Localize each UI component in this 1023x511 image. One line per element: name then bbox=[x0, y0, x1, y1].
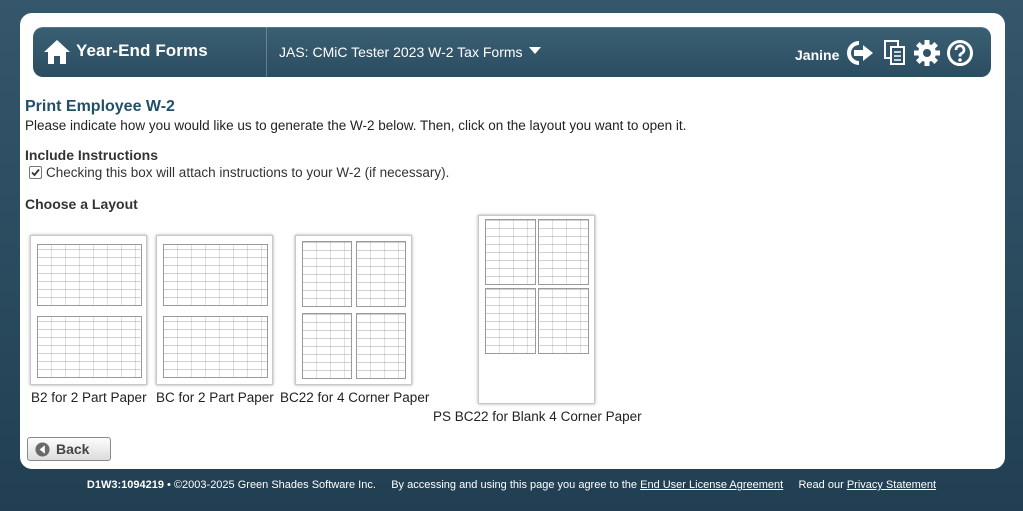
privacy-text: Read our bbox=[798, 479, 844, 491]
w2-form-preview bbox=[356, 313, 406, 379]
instructions-option[interactable]: Checking this box will attach instructio… bbox=[29, 165, 449, 180]
build-id: D1W3:1094219 bbox=[86, 479, 164, 491]
instructions-heading: Include Instructions bbox=[25, 147, 159, 163]
page-title: Print Employee W-2 bbox=[25, 98, 175, 115]
copyright: • ©2003-2025 Green Shades Software Inc. bbox=[167, 479, 376, 491]
w2-form-preview bbox=[485, 219, 536, 285]
layout-label[interactable]: PS BC22 for Blank 4 Corner Paper bbox=[433, 409, 642, 424]
w2-form-preview bbox=[163, 244, 268, 306]
main-panel: Year-End Forms JAS: CMiC Tester 2023 W-2… bbox=[20, 13, 1005, 469]
w2-form-preview bbox=[538, 219, 589, 285]
privacy-link[interactable]: Privacy Statement bbox=[847, 479, 936, 491]
layout-label[interactable]: BC for 2 Part Paper bbox=[156, 390, 274, 405]
layout-thumbnail-b2[interactable] bbox=[30, 235, 147, 385]
w2-form-preview bbox=[538, 288, 589, 354]
eula-link[interactable]: End User License Agreement bbox=[640, 479, 783, 491]
footer: D1W3:1094219 • ©2003-2025 Green Shades S… bbox=[0, 479, 1023, 491]
top-navigation-bar: Year-End Forms JAS: CMiC Tester 2023 W-2… bbox=[33, 27, 991, 77]
agreement-text: By accessing and using this page you agr… bbox=[391, 479, 638, 491]
instructions-checkbox-label: Checking this box will attach instructio… bbox=[46, 165, 450, 180]
layout-label[interactable]: BC22 for 4 Corner Paper bbox=[280, 390, 429, 405]
back-button[interactable]: Back bbox=[27, 437, 111, 461]
w2-form-preview bbox=[302, 313, 352, 379]
checkmark-icon bbox=[31, 168, 40, 177]
w2-form-preview bbox=[356, 241, 406, 307]
settings-icon[interactable] bbox=[913, 39, 941, 67]
w2-form-preview bbox=[485, 288, 536, 354]
help-icon[interactable] bbox=[946, 39, 974, 67]
user-name: Janine bbox=[795, 47, 840, 63]
back-button-label: Back bbox=[56, 441, 90, 457]
header-divider bbox=[266, 27, 267, 77]
logout-icon[interactable] bbox=[843, 39, 875, 67]
layout-heading: Choose a Layout bbox=[25, 196, 138, 212]
layout-thumbnail-ps-bc22[interactable] bbox=[478, 215, 595, 404]
home-icon[interactable] bbox=[43, 39, 71, 65]
w2-form-preview bbox=[163, 316, 268, 378]
layout-thumbnail-bc22[interactable] bbox=[295, 235, 412, 385]
w2-form-preview bbox=[302, 241, 352, 307]
company-selector[interactable]: JAS: CMiC Tester 2023 W-2 Tax Forms bbox=[279, 44, 541, 60]
back-arrow-icon bbox=[35, 441, 50, 457]
app-title[interactable]: Year-End Forms bbox=[76, 41, 208, 61]
chevron-down-icon bbox=[528, 47, 541, 54]
layout-label[interactable]: B2 for 2 Part Paper bbox=[31, 390, 147, 405]
company-selector-label: JAS: CMiC Tester 2023 W-2 Tax Forms bbox=[279, 44, 523, 60]
w2-form-preview bbox=[37, 316, 142, 378]
documents-icon[interactable] bbox=[883, 39, 907, 67]
page-intro: Please indicate how you would like us to… bbox=[25, 118, 687, 133]
w2-form-preview bbox=[37, 244, 142, 306]
instructions-checkbox[interactable] bbox=[29, 166, 42, 179]
layout-thumbnail-bc[interactable] bbox=[156, 235, 273, 385]
